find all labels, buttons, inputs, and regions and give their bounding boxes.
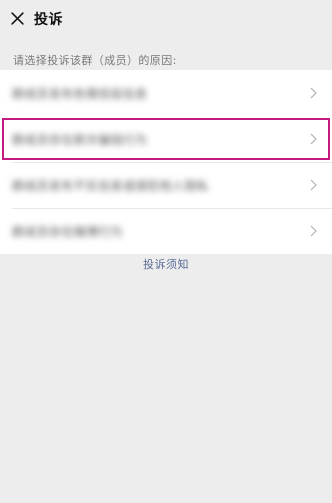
reason-label: 群成员存在赌博行为 bbox=[12, 224, 123, 239]
reason-item-2[interactable]: 群成员存在欺诈骗钱行为 bbox=[0, 116, 332, 162]
reason-item-4[interactable]: 群成员存在赌博行为 bbox=[0, 208, 332, 254]
reason-label: 群成员发布色情低俗信息 bbox=[12, 86, 148, 101]
chevron-right-icon bbox=[308, 224, 318, 238]
reason-list: 群成员发布色情低俗信息 群成员存在欺诈骗钱行为 群成员发布不实信息或侵犯他人隐私… bbox=[0, 70, 332, 254]
reason-item-3[interactable]: 群成员发布不实信息或侵犯他人隐私 bbox=[0, 162, 332, 208]
chevron-right-icon bbox=[308, 178, 318, 192]
close-icon[interactable] bbox=[10, 10, 24, 29]
reason-prompt: 请选择投诉该群（成员）的原因: bbox=[13, 54, 177, 67]
complaint-page: 投诉 请选择投诉该群（成员）的原因: 群成员发布色情低俗信息 群成员存在欺诈骗钱… bbox=[0, 0, 332, 503]
page-title: 投诉 bbox=[34, 12, 63, 28]
close-button[interactable] bbox=[0, 0, 34, 38]
chevron-right-icon bbox=[308, 132, 318, 146]
chevron-right-icon bbox=[308, 86, 318, 100]
complaint-notice-link[interactable]: 投诉须知 bbox=[0, 256, 332, 272]
reason-label: 群成员发布不实信息或侵犯他人隐私 bbox=[12, 178, 209, 193]
reason-item-1[interactable]: 群成员发布色情低俗信息 bbox=[0, 70, 332, 116]
header-bar: 投诉 bbox=[0, 0, 332, 38]
reason-label: 群成员存在欺诈骗钱行为 bbox=[12, 132, 148, 147]
